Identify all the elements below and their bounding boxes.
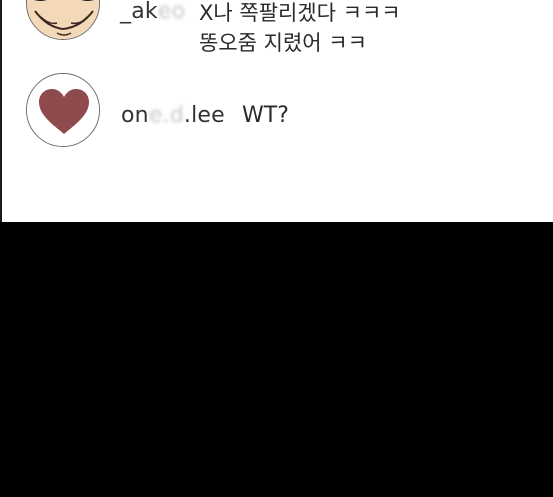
comment-line: 똥오줌 지렸어 ㅋㅋ [199,31,367,55]
comment-text: X나 쪽팔리겠다 ㅋㅋㅋ 똥오줌 지렸어 ㅋㅋ [199,0,401,58]
black-area [0,222,553,497]
comment-username[interactable]: one.d.lee [121,103,225,128]
username-visible: on [121,103,149,128]
username-visible-end: .lee [183,103,225,128]
comment-item: _akeo X나 쪽팔리겠다 ㅋㅋㅋ 똥오줌 지렸어 ㅋㅋ [2,0,553,60]
cartoon-face-avatar [27,0,99,39]
heart-icon [27,74,99,146]
user-avatar[interactable] [26,73,100,147]
comment-username[interactable]: _akeo [120,0,185,24]
username-blurred: e.d [148,103,184,128]
comment-text: WT? [242,101,289,131]
user-avatar[interactable] [26,0,100,40]
username-blurred: eo [157,0,186,24]
comments-panel: _akeo X나 쪽팔리겠다 ㅋㅋㅋ 똥오줌 지렸어 ㅋㅋ one.d.lee … [0,0,553,222]
username-visible: _ak [120,0,158,24]
comment-line: WT? [242,103,289,128]
comment-line: X나 쪽팔리겠다 ㅋㅋㅋ [199,1,401,25]
comment-item: one.d.lee WT? [2,70,553,150]
screenshot: _akeo X나 쪽팔리겠다 ㅋㅋㅋ 똥오줌 지렸어 ㅋㅋ one.d.lee … [0,0,553,497]
